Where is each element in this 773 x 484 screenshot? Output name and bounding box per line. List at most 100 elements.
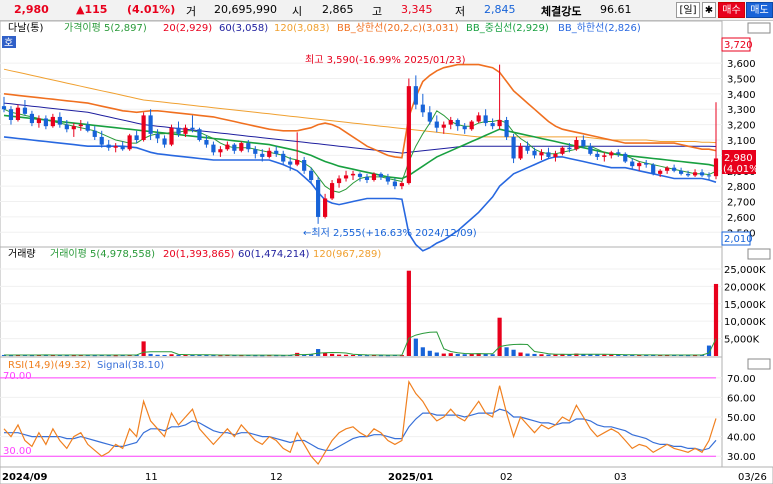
candle-down bbox=[232, 144, 237, 151]
volume-bar bbox=[420, 347, 425, 356]
candle-down bbox=[623, 153, 628, 162]
axis-high-label: 3,720 bbox=[724, 40, 753, 51]
legend-stock-name: 다날(통) bbox=[8, 22, 44, 34]
legend-ma20: 20(2,929) bbox=[163, 23, 212, 34]
candle-up bbox=[539, 152, 544, 156]
rsi-panel-toggle[interactable] bbox=[747, 358, 771, 370]
date-label-02: 02 bbox=[500, 472, 513, 483]
candle-down bbox=[511, 136, 516, 159]
date-label-2024-09: 2024/09 bbox=[2, 472, 47, 483]
legend-bb-lower: BB_하한선(2,826) bbox=[558, 21, 641, 34]
legend-ma120: 120(3,083) bbox=[274, 23, 330, 34]
candle-down bbox=[204, 140, 209, 145]
candle-down bbox=[581, 140, 586, 147]
candle-down bbox=[253, 149, 258, 154]
candle-up bbox=[113, 146, 118, 148]
candle-down bbox=[357, 173, 363, 177]
candle-down bbox=[29, 113, 35, 124]
volume-bar bbox=[539, 354, 544, 356]
volume-bar bbox=[490, 354, 495, 356]
candle-up bbox=[371, 173, 377, 180]
volume-bar bbox=[441, 353, 446, 356]
volume-bar bbox=[448, 353, 453, 356]
candle-up bbox=[665, 167, 670, 171]
rsi-ref-30-label: 30.00 bbox=[3, 446, 32, 457]
candle-up bbox=[469, 121, 474, 130]
candle-up bbox=[336, 178, 342, 184]
legend-signal: Signal(38.10) bbox=[97, 360, 164, 371]
candle-down bbox=[567, 147, 572, 150]
candle-down bbox=[64, 124, 69, 130]
candle-up bbox=[637, 163, 642, 167]
date-label-2025-01: 2025/01 bbox=[388, 472, 433, 483]
legend-ma60: 60(3,058) bbox=[219, 23, 268, 34]
legend-rsi: RSI(14,9)(49.32) bbox=[8, 360, 91, 371]
candle-down bbox=[378, 173, 384, 177]
candle-up bbox=[323, 198, 328, 217]
volume-bar bbox=[462, 354, 467, 356]
last-price-label: 2,980 bbox=[724, 153, 753, 164]
candle-down bbox=[392, 181, 397, 187]
price-tick-label: 3,600 bbox=[727, 59, 756, 70]
price-tick-label: 2,800 bbox=[727, 182, 756, 193]
candle-down bbox=[385, 176, 391, 182]
candle-down bbox=[706, 175, 712, 177]
candle-up bbox=[71, 126, 76, 130]
candle-down bbox=[644, 163, 649, 165]
volume-bar bbox=[329, 353, 335, 356]
candle-down bbox=[85, 124, 90, 131]
candle-up bbox=[497, 120, 502, 127]
candle-down bbox=[176, 127, 181, 134]
candle-up bbox=[692, 172, 698, 176]
candle-up bbox=[441, 124, 446, 128]
candle-down bbox=[595, 153, 600, 157]
last-price-pct: (4.01%) bbox=[723, 164, 763, 175]
candle-up bbox=[658, 170, 663, 174]
candle-down bbox=[302, 160, 307, 171]
volume-bar bbox=[546, 354, 551, 356]
price-panel-toggle[interactable] bbox=[747, 22, 771, 34]
rsi-tick-label: 60.00 bbox=[727, 393, 756, 404]
candle-down bbox=[616, 152, 621, 154]
rsi-tick-label: 70.00 bbox=[727, 374, 756, 385]
candle-down bbox=[1, 106, 7, 110]
candle-down bbox=[679, 170, 684, 174]
volume-bar bbox=[162, 354, 167, 356]
candle-down bbox=[630, 161, 635, 167]
candle-up bbox=[518, 146, 523, 159]
volume-bar bbox=[553, 354, 558, 356]
candle-up bbox=[602, 155, 607, 157]
volume-tick-label: 5,000K bbox=[724, 335, 760, 346]
volume-bar bbox=[350, 354, 356, 356]
candle-down bbox=[120, 146, 125, 150]
candle-down bbox=[260, 153, 265, 157]
legend-volume: 거래량 bbox=[8, 248, 36, 260]
date-label-11: 11 bbox=[145, 472, 158, 483]
volume-panel-toggle[interactable] bbox=[747, 248, 771, 260]
candle-up bbox=[15, 107, 21, 120]
volume-bar bbox=[169, 354, 174, 356]
legend-vol-ma60: 60(1,474,214) bbox=[238, 249, 310, 260]
candle-up bbox=[183, 127, 188, 134]
candle-down bbox=[211, 144, 216, 153]
candle-down bbox=[455, 120, 460, 127]
candle-down bbox=[99, 136, 104, 145]
candle-down bbox=[106, 144, 111, 148]
candle-down bbox=[22, 107, 28, 114]
legend-bb-mid: BB_중심선(2,929) bbox=[466, 22, 549, 34]
volume-bar bbox=[141, 341, 146, 356]
candle-down bbox=[483, 115, 488, 124]
candle-up bbox=[127, 135, 132, 150]
stock-chart[interactable]: 3,6003,5003,4003,3003,2003,1003,0002,900… bbox=[0, 0, 773, 484]
date-axis bbox=[0, 466, 773, 484]
candle-down bbox=[490, 123, 495, 127]
candle-up bbox=[225, 144, 230, 150]
candle-down bbox=[699, 172, 705, 176]
candle-down bbox=[420, 104, 425, 113]
candle-down bbox=[532, 150, 537, 156]
candle-up bbox=[78, 124, 83, 127]
candle-up bbox=[169, 127, 174, 145]
candle-up bbox=[560, 147, 565, 154]
candle-down bbox=[288, 161, 293, 165]
candle-down bbox=[525, 146, 530, 151]
